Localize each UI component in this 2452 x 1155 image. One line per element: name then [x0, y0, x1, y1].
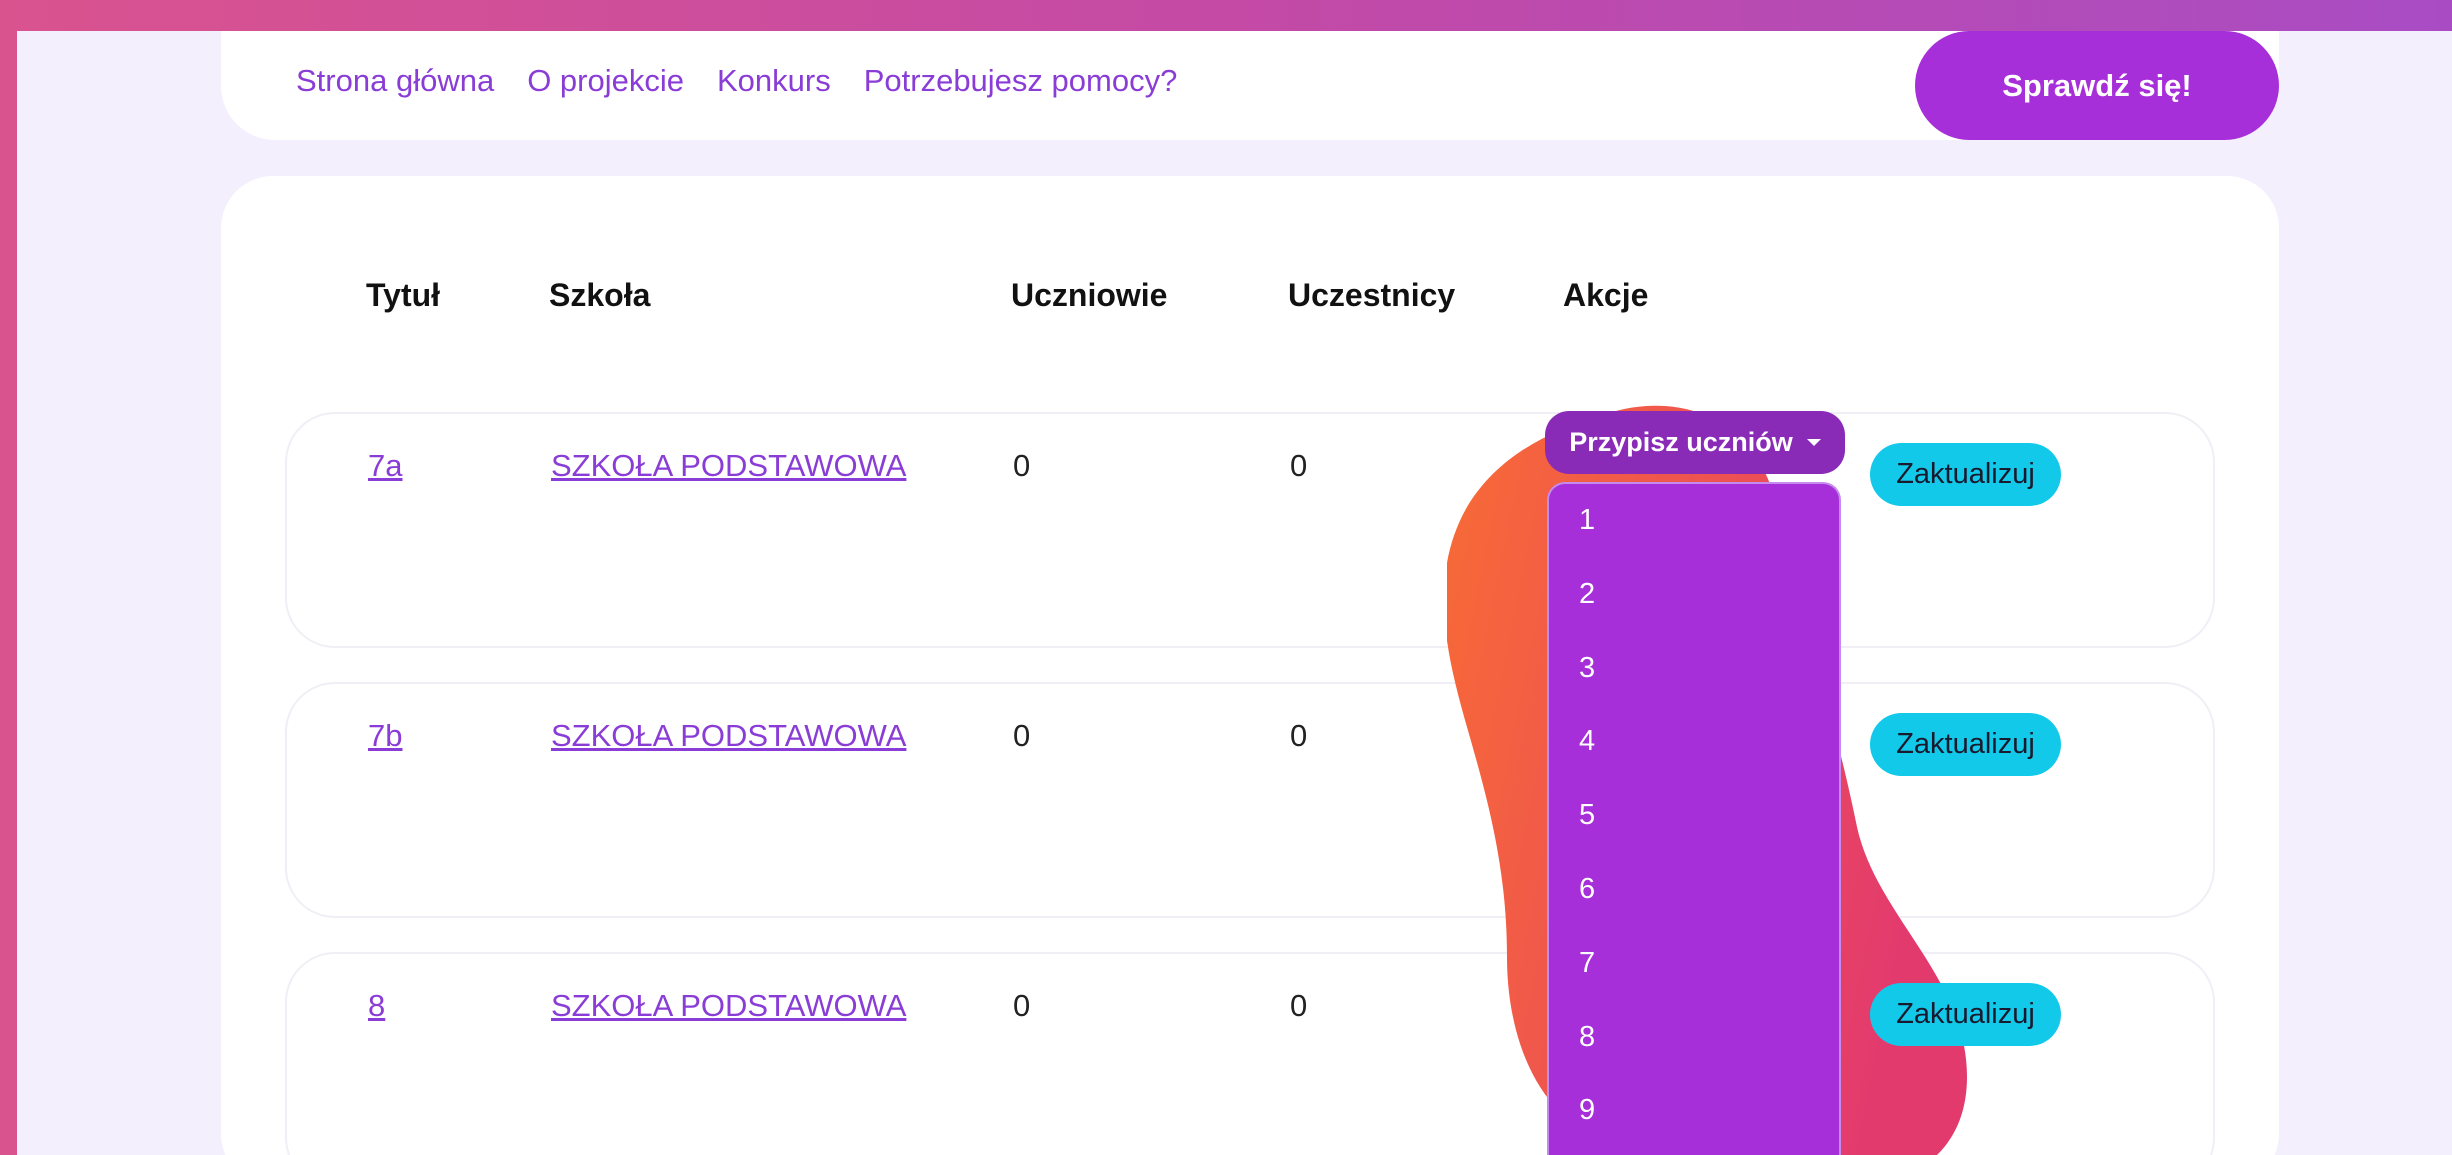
update-button[interactable]: Zaktualizuj — [1870, 983, 2061, 1046]
header-title: Tytuł — [366, 277, 441, 313]
menu-item-student-1[interactable]: 1 — [1549, 484, 1839, 558]
nav-links: Strona główna O projekcie Konkurs Potrze… — [296, 63, 1177, 99]
class-title-link[interactable]: 7b — [368, 718, 402, 754]
nav-link-help[interactable]: Potrzebujesz pomocy? — [864, 63, 1178, 99]
menu-item-student-4[interactable]: 4 — [1549, 705, 1839, 779]
menu-item-student-8[interactable]: 8 — [1549, 1001, 1839, 1075]
update-button[interactable]: Zaktualizuj — [1870, 443, 2061, 506]
class-title-link[interactable]: 8 — [368, 988, 385, 1024]
header-school: Szkoła — [549, 277, 651, 313]
participants-count: 0 — [1290, 448, 1308, 483]
menu-item-student-6[interactable]: 6 — [1549, 853, 1839, 927]
page: Strona główna O projekcie Konkurs Potrze… — [17, 31, 2452, 1155]
participants-count: 0 — [1290, 988, 1308, 1023]
menu-item-student-2[interactable]: 2 — [1549, 558, 1839, 632]
caret-down-icon — [1806, 439, 1821, 446]
classes-table-card: Tytuł Szkoła Uczniowie Uczestnicy Akcje … — [221, 176, 2279, 1155]
header-students: Uczniowie — [1011, 277, 1168, 313]
school-link[interactable]: SZKOŁA PODSTAWOWA — [551, 988, 906, 1024]
menu-item-student-7[interactable]: 7 — [1549, 927, 1839, 1001]
nav-link-contest[interactable]: Konkurs — [717, 63, 831, 99]
school-link[interactable]: SZKOŁA PODSTAWOWA — [551, 448, 906, 484]
header-actions: Akcje — [1563, 277, 1649, 313]
students-count: 0 — [1013, 718, 1031, 753]
update-button[interactable]: Zaktualizuj — [1870, 713, 2061, 776]
assign-students-dropdown-button[interactable]: Przypisz uczniów — [1545, 411, 1845, 474]
participants-count: 0 — [1290, 718, 1308, 753]
nav-link-about[interactable]: O projekcie — [527, 63, 684, 99]
school-link[interactable]: SZKOŁA PODSTAWOWA — [551, 718, 906, 754]
assign-students-label: Przypisz uczniów — [1569, 427, 1793, 457]
check-yourself-button[interactable]: Sprawdź się! — [1915, 31, 2279, 140]
nav-link-home[interactable]: Strona główna — [296, 63, 494, 99]
menu-item-student-9[interactable]: 9 — [1549, 1074, 1839, 1148]
assign-students-menu: 1 2 3 4 5 6 7 8 9 — [1547, 482, 1841, 1155]
menu-item-student-5[interactable]: 5 — [1549, 779, 1839, 853]
students-count: 0 — [1013, 988, 1031, 1023]
students-count: 0 — [1013, 448, 1031, 483]
header-participants: Uczestnicy — [1288, 277, 1456, 313]
class-title-link[interactable]: 7a — [368, 448, 402, 484]
top-navigation: Strona główna O projekcie Konkurs Potrze… — [221, 31, 2279, 140]
menu-item-student-3[interactable]: 3 — [1549, 632, 1839, 706]
